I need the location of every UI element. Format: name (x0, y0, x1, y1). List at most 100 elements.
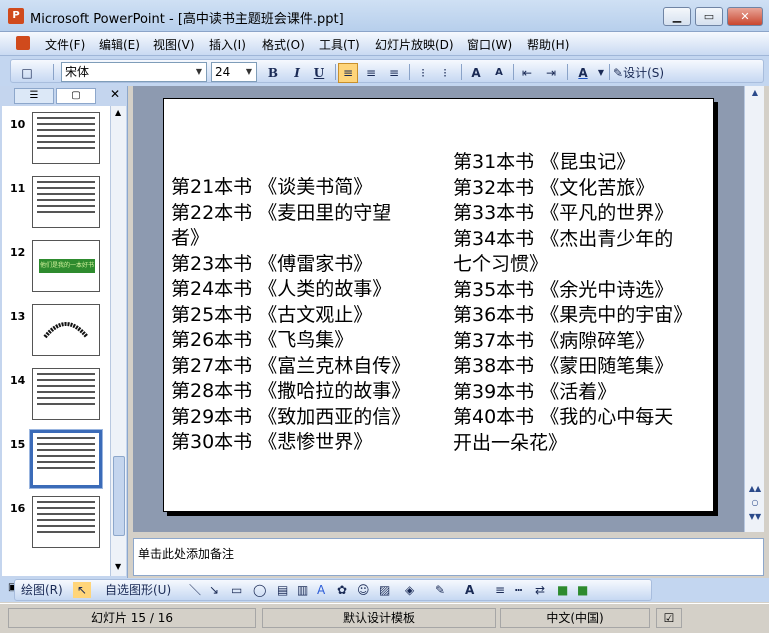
close-icon[interactable]: ✕ (110, 87, 120, 101)
slide-thumbnail[interactable]: 他们是我的一本好书 (32, 240, 100, 292)
align-center-icon[interactable]: ≡ (361, 63, 381, 83)
text-box-vertical-icon[interactable]: ▥ (297, 582, 308, 598)
oval-tool-icon[interactable]: ◯ (253, 582, 266, 598)
decrease-font-icon[interactable]: A (489, 63, 509, 83)
font-size-value: 24 (215, 65, 231, 79)
line-style-icon[interactable]: ≡ (495, 582, 505, 598)
menu-edit[interactable]: 编辑(E) (99, 36, 140, 53)
select-pointer-icon[interactable]: ↖ (73, 582, 91, 598)
font-name-value: 宋体 (65, 65, 90, 79)
chevron-down-icon[interactable]: ▼ (591, 63, 611, 83)
line-color-icon[interactable]: ✎ (435, 582, 445, 598)
draw-menu-button[interactable]: 绘图(R) (21, 582, 63, 598)
language-status: 中文(中国) (500, 608, 650, 628)
notes-pane[interactable]: 单击此处添加备注 (133, 538, 764, 576)
font-color-icon[interactable]: A (573, 63, 593, 83)
line-tool-icon[interactable]: ＼ (189, 582, 201, 598)
underline-button[interactable]: U (309, 63, 329, 83)
tab-outline[interactable]: ☰ (14, 88, 54, 104)
diagram-icon[interactable]: ✿ (337, 582, 347, 598)
slide-text-line: 第39本书 《活着》 (453, 380, 617, 403)
scroll-down-icon[interactable]: ▼ (115, 562, 121, 571)
increase-font-icon[interactable]: A (466, 63, 486, 83)
scroll-up-icon[interactable]: ▲ (115, 108, 121, 117)
slide-text-line: 第30本书 《悲惨世界》 (171, 431, 373, 453)
font-size-combo[interactable]: 24 ▼ (211, 62, 257, 82)
menu-format[interactable]: 格式(O) (262, 36, 305, 53)
clip-art-icon[interactable]: ☺ (357, 582, 370, 598)
slide-thumbnail[interactable] (32, 496, 100, 548)
slides-panel: ☰ ▢ ✕ 10 11 12 他们是我的一本好书 13 14 15 16 ▲ ▼ (0, 86, 128, 580)
text-box-icon[interactable]: ▤ (277, 582, 288, 598)
design-button[interactable]: ✎设计(S) (613, 63, 673, 83)
menu-file[interactable]: 文件(F) (45, 36, 85, 53)
document-icon[interactable] (16, 36, 30, 50)
bullet-list-icon[interactable]: ⁝ (435, 63, 455, 83)
close-button[interactable]: ✕ (727, 7, 763, 26)
align-right-icon[interactable]: ≡ (384, 63, 404, 83)
status-bar: 幻灯片 15 / 16 默认设计模板 中文(中国) ☑ (0, 603, 769, 633)
design-icon: ✎ (613, 66, 624, 80)
spelling-check-icon[interactable]: ☑ (656, 608, 682, 628)
slide-text-line: 第34本书 《杰出青少年的 (453, 227, 674, 250)
menu-window[interactable]: 窗口(W) (467, 36, 512, 53)
numbered-list-icon[interactable]: ⁝ (413, 63, 433, 83)
menu-help[interactable]: 帮助(H) (527, 36, 569, 53)
arrow-style-icon[interactable]: ⇄ (535, 582, 545, 598)
slide-canvas[interactable]: 第21本书 《谈美书简》 第22本书 《麦田里的守望 者》 第23本书 《傅雷家书》第… (163, 98, 714, 512)
dash-style-icon[interactable]: ┅ (515, 582, 522, 598)
wordart-icon[interactable]: A (317, 582, 325, 598)
rectangle-tool-icon[interactable]: ▭ (231, 582, 242, 598)
slide-text-left-column[interactable]: 第21本书 《谈美书简》 第22本书 《麦田里的守望 者》 第23本书 《傅雷家书》第… (171, 175, 410, 456)
thumbnail-number: 16 (10, 502, 26, 515)
slide-scrollbar[interactable]: ▲ ▲▲ ○ ▼▼ (744, 86, 764, 532)
slide-thumbnail-list: 10 11 12 他们是我的一本好书 13 14 15 16 (2, 106, 110, 576)
menu-insert[interactable]: 插入(I) (209, 36, 246, 53)
notes-placeholder: 单击此处添加备注 (138, 547, 235, 561)
minimize-button[interactable]: ▁ (663, 7, 691, 26)
shadow-icon[interactable]: ■ (557, 582, 568, 598)
slide-text-line: 第33本书 《平凡的世界》 (453, 202, 674, 224)
arc-text-graphic (43, 322, 89, 339)
picture-icon[interactable]: ▨ (379, 582, 390, 598)
slide-text-right-column[interactable]: 第31本书 《昆虫记》 第32本书 《文化苦旅》 第33本书 《平凡的世界》 第34本… (453, 150, 692, 456)
fill-color-icon[interactable]: ◈ (405, 582, 414, 598)
slide-text-line: 第36本书 《果壳中的宇宙》 (453, 304, 693, 326)
slide-text-line: 第28本书 《撒哈拉的故事》 (171, 380, 411, 402)
menu-slideshow[interactable]: 幻灯片放映(D) (375, 36, 454, 53)
bold-button[interactable]: B (263, 63, 283, 83)
formatting-toolbar: □ 宋体 ▼ 24 ▼ B I U ≡ ≡ ≡ ⁝ ⁝ A A ⇤ ⇥ A ▼ … (0, 56, 769, 86)
slide-thumbnail[interactable] (32, 368, 100, 420)
scroll-up-icon[interactable]: ▲ (747, 88, 763, 102)
italic-button[interactable]: I (287, 63, 307, 83)
chevron-down-icon[interactable]: ▼ (242, 63, 256, 81)
decrease-indent-icon[interactable]: ⇤ (517, 63, 537, 83)
thumbnail-scrollbar[interactable]: ▲ ▼ (110, 106, 126, 576)
new-document-icon[interactable]: □ (17, 63, 37, 83)
scroll-thumb[interactable] (113, 456, 125, 536)
slide-thumbnail[interactable] (32, 112, 100, 164)
arrow-tool-icon[interactable]: ↘ (209, 582, 219, 598)
increase-indent-icon[interactable]: ⇥ (541, 63, 561, 83)
autoshapes-menu-button[interactable]: 自选图形(U) (105, 582, 171, 598)
slide-thumbnail[interactable] (32, 304, 100, 356)
font-color-icon[interactable]: A (465, 582, 474, 598)
slide-text-line: 第40本书 《我的心中每天 (453, 406, 674, 428)
design-template-status[interactable]: 默认设计模板 (262, 608, 496, 628)
previous-slide-icon[interactable]: ▲▲ (747, 484, 763, 498)
slide-thumbnail[interactable] (32, 176, 100, 228)
next-slide-icon[interactable]: ▼▼ (747, 512, 763, 526)
chevron-down-icon[interactable]: ▼ (192, 63, 206, 81)
align-left-icon[interactable]: ≡ (338, 63, 358, 83)
3d-style-icon[interactable]: ■ (577, 582, 588, 598)
slide-text-line: 第23本书 《傅雷家书》 (171, 252, 373, 275)
powerpoint-app-icon[interactable]: P (8, 8, 24, 24)
maximize-button[interactable]: ▭ (695, 7, 723, 26)
tab-slides[interactable]: ▢ (56, 88, 96, 104)
menu-tools[interactable]: 工具(T) (319, 36, 360, 53)
menu-bar: 文件(F) 编辑(E) 视图(V) 插入(I) 格式(O) 工具(T) 幻灯片放… (0, 32, 769, 56)
menu-view[interactable]: 视图(V) (153, 36, 195, 53)
select-object-icon[interactable]: ○ (747, 498, 763, 512)
font-name-combo[interactable]: 宋体 ▼ (61, 62, 207, 82)
slide-thumbnail-selected[interactable] (29, 429, 103, 489)
